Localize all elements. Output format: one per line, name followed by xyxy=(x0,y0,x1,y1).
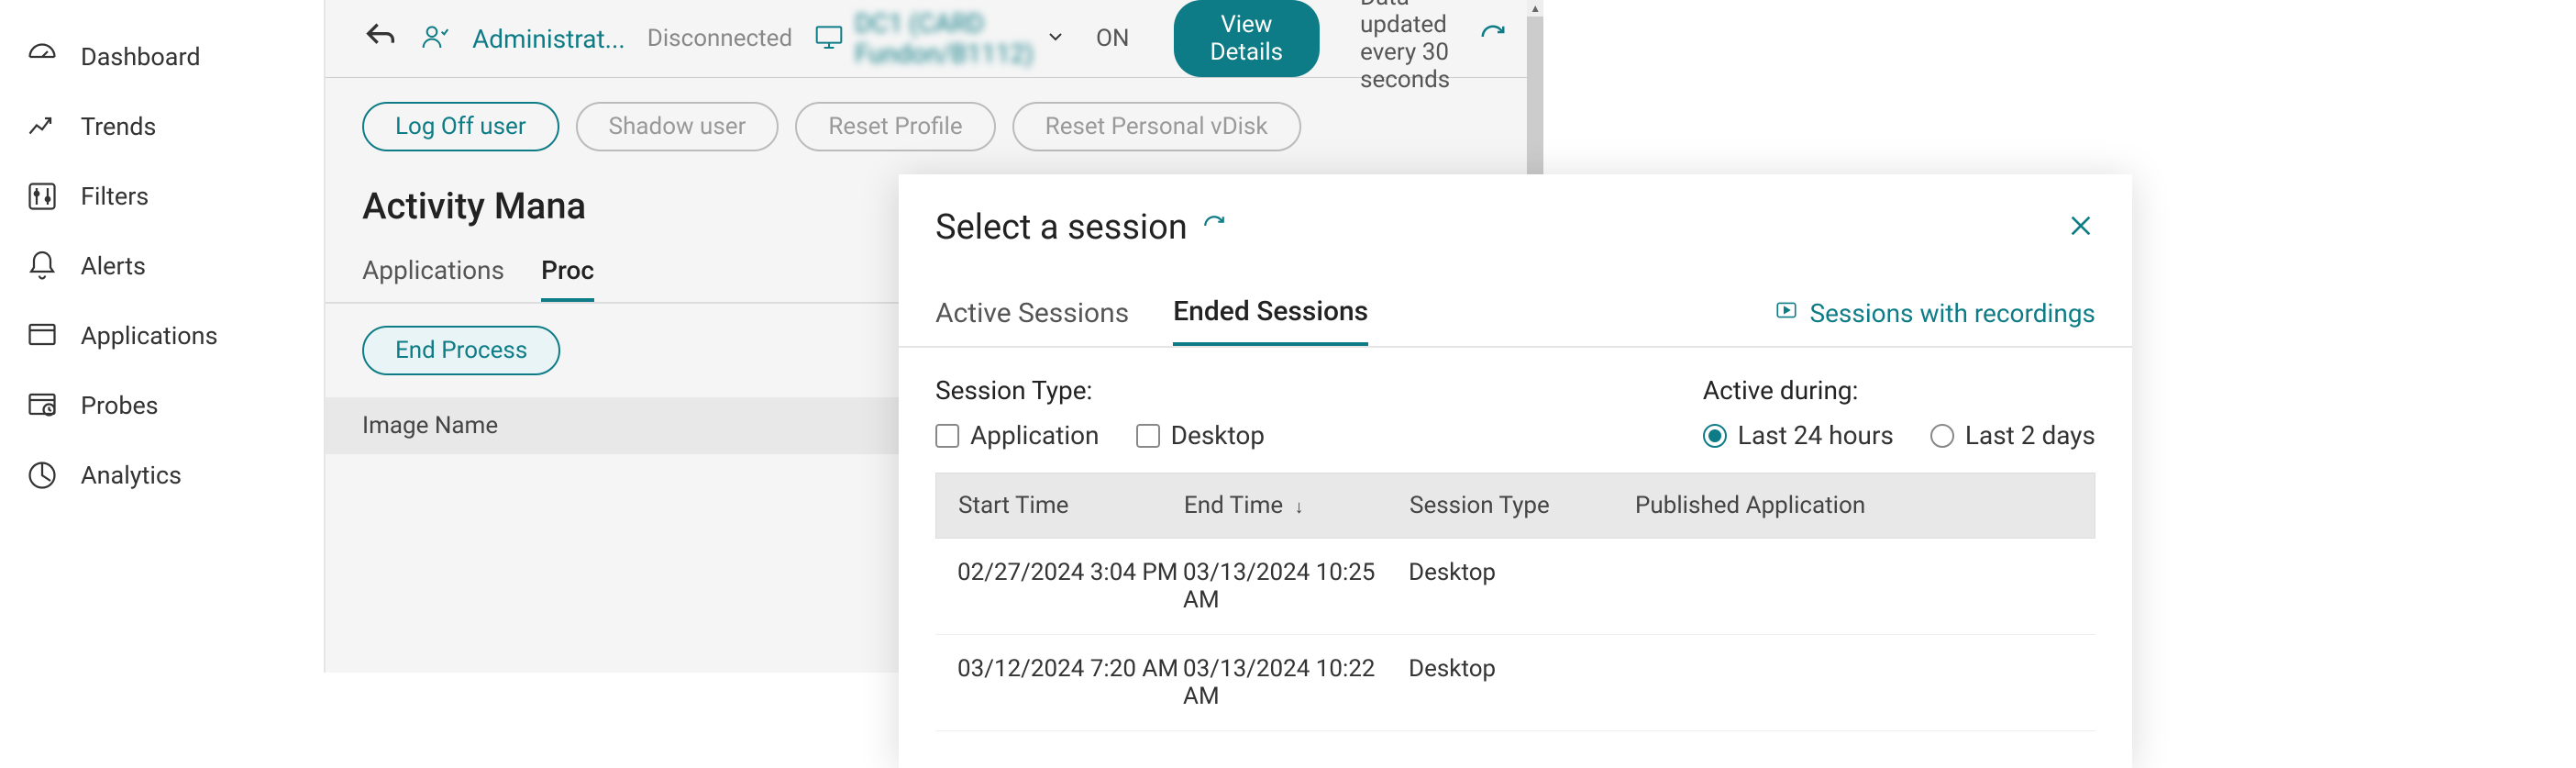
header-bar: Administrat... Disconnected DC1 (CARD Fu… xyxy=(326,0,1543,78)
reset-profile-button[interactable]: Reset Profile xyxy=(795,102,995,151)
tab-ended-sessions[interactable]: Ended Sessions xyxy=(1173,281,1368,346)
chevron-down-icon xyxy=(1045,26,1067,51)
machine-name: DC1 (CARD Fundon/B1112) xyxy=(855,8,1034,69)
session-row[interactable]: 02/27/2024 3:04 PM 03/13/2024 10:25 AM D… xyxy=(935,539,2095,635)
sidebar-item-label: Alerts xyxy=(81,251,146,281)
recordings-icon xyxy=(1774,298,1798,328)
modal-tabs: Active Sessions Ended Sessions Sessions … xyxy=(899,281,2132,348)
session-type-label: Session Type: xyxy=(935,375,1265,406)
sidebar: Dashboard Trends Filters Alerts Applicat… xyxy=(0,0,326,673)
column-end-time[interactable]: End Time ↓ xyxy=(1184,492,1410,519)
cell-session-type: Desktop xyxy=(1409,559,1634,614)
action-buttons: Log Off user Shadow user Reset Profile R… xyxy=(326,78,1543,175)
scroll-up-icon[interactable]: ▲ xyxy=(1527,0,1543,17)
cell-session-type: Desktop xyxy=(1409,655,1634,710)
cell-end-time: 03/13/2024 10:25 AM xyxy=(1183,559,1409,614)
sort-desc-icon: ↓ xyxy=(1295,495,1304,518)
column-session-type[interactable]: Session Type xyxy=(1410,492,1635,519)
sidebar-item-label: Trends xyxy=(81,112,156,141)
sessions-table-header: Start Time End Time ↓ Session Type Publi… xyxy=(935,473,2095,539)
cell-start-time: 03/12/2024 7:20 AM xyxy=(957,655,1183,710)
sidebar-item-label: Analytics xyxy=(81,461,182,490)
session-type-filter: Session Type: Application Desktop xyxy=(935,375,1265,451)
tab-applications[interactable]: Applications xyxy=(362,242,504,302)
checkbox-application[interactable]: Application xyxy=(935,420,1100,451)
sessions-table: Start Time End Time ↓ Session Type Publi… xyxy=(899,473,2132,731)
sidebar-item-label: Dashboard xyxy=(81,42,201,72)
radio-last-24h[interactable]: Last 24 hours xyxy=(1703,420,1894,451)
machine-info[interactable]: DC1 (CARD Fundon/B1112) xyxy=(814,8,1067,69)
trends-icon xyxy=(26,110,59,143)
sidebar-item-label: Filters xyxy=(81,182,149,211)
reset-vdisk-button[interactable]: Reset Personal vDisk xyxy=(1012,102,1301,151)
active-during-label: Active during: xyxy=(1703,375,2095,406)
log-off-button[interactable]: Log Off user xyxy=(362,102,559,151)
cell-published-app xyxy=(1634,655,2073,710)
radio-last-2d[interactable]: Last 2 days xyxy=(1930,420,2095,451)
checkbox-label: Application xyxy=(970,420,1100,451)
back-icon[interactable] xyxy=(362,18,399,59)
sidebar-item-label: Applications xyxy=(81,321,218,351)
active-during-filter: Active during: Last 24 hours Last 2 days xyxy=(1703,375,2095,451)
probes-icon xyxy=(26,389,59,422)
column-published-app[interactable]: Published Application xyxy=(1635,492,2073,519)
refresh-icon[interactable] xyxy=(1472,23,1507,54)
applications-icon xyxy=(26,319,59,352)
analytics-icon xyxy=(26,459,59,492)
end-process-button[interactable]: End Process xyxy=(362,326,560,375)
view-details-button[interactable]: View Details xyxy=(1174,0,1321,77)
tab-processes[interactable]: Proc xyxy=(541,242,594,302)
checkbox-desktop[interactable]: Desktop xyxy=(1136,420,1265,451)
recordings-link-label: Sessions with recordings xyxy=(1809,298,2095,328)
filters-icon xyxy=(26,180,59,213)
alerts-icon xyxy=(26,250,59,283)
user-link[interactable]: Administrat... xyxy=(472,24,625,54)
modal-header: Select a session xyxy=(899,174,2132,281)
dashboard-icon xyxy=(26,40,59,73)
sessions-with-recordings-link[interactable]: Sessions with recordings xyxy=(1774,298,2095,328)
sidebar-item-alerts[interactable]: Alerts xyxy=(0,231,324,301)
shadow-user-button[interactable]: Shadow user xyxy=(576,102,779,151)
tab-active-sessions[interactable]: Active Sessions xyxy=(935,283,1129,344)
cell-start-time: 02/27/2024 3:04 PM xyxy=(957,559,1183,614)
sidebar-item-dashboard[interactable]: Dashboard xyxy=(0,22,324,92)
column-image-name[interactable]: Image Name xyxy=(362,412,956,440)
column-start-time[interactable]: Start Time xyxy=(958,492,1184,519)
radio-label: Last 2 days xyxy=(1965,420,2095,451)
column-end-time-label: End Time xyxy=(1184,492,1283,519)
modal-filters: Session Type: Application Desktop Active… xyxy=(899,348,2132,473)
modal-refresh-icon[interactable] xyxy=(1188,214,1226,241)
radio-icon xyxy=(1703,424,1727,448)
cell-end-time: 03/13/2024 10:22 AM xyxy=(1183,655,1409,710)
checkbox-label: Desktop xyxy=(1171,420,1265,451)
connection-status: Disconnected xyxy=(647,25,792,52)
sidebar-item-probes[interactable]: Probes xyxy=(0,371,324,440)
checkbox-icon xyxy=(935,424,959,448)
cell-published-app xyxy=(1634,559,2073,614)
sidebar-item-filters[interactable]: Filters xyxy=(0,161,324,231)
user-icon xyxy=(421,22,450,55)
monitor-icon xyxy=(814,22,844,55)
session-row[interactable]: 03/12/2024 7:20 AM 03/13/2024 10:22 AM D… xyxy=(935,635,2095,731)
radio-icon xyxy=(1930,424,1954,448)
select-session-modal: Select a session Active Sessions Ended S… xyxy=(899,174,2132,768)
scrollbar-thumb[interactable] xyxy=(1527,17,1543,200)
sidebar-item-applications[interactable]: Applications xyxy=(0,301,324,371)
checkbox-icon xyxy=(1136,424,1160,448)
sidebar-item-label: Probes xyxy=(81,391,159,420)
modal-title: Select a session xyxy=(935,207,1188,248)
radio-label: Last 24 hours xyxy=(1738,420,1894,451)
sidebar-item-analytics[interactable]: Analytics xyxy=(0,440,324,510)
power-state: ON xyxy=(1096,25,1129,52)
sidebar-item-trends[interactable]: Trends xyxy=(0,92,324,161)
close-icon[interactable] xyxy=(2066,211,2095,244)
